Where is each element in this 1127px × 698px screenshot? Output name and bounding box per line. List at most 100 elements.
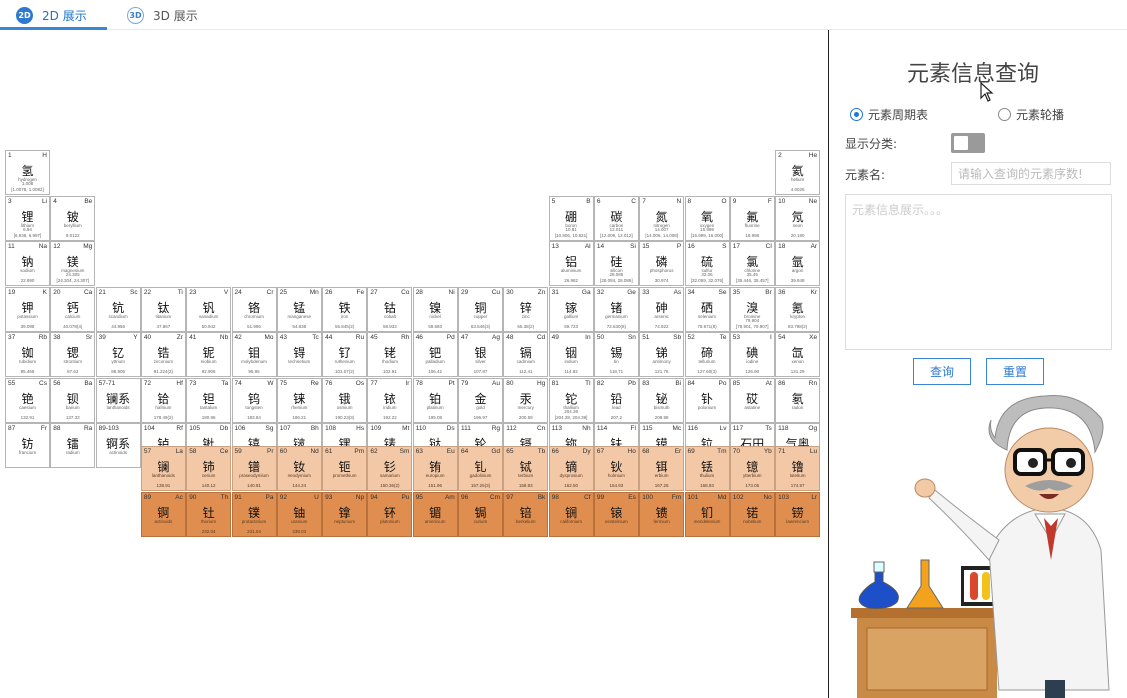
element-cell[interactable]: 15 P 磷 phosphorus 30.974 bbox=[639, 241, 685, 286]
element-cell[interactable]: 74 W 钨 tungsten 183.84 bbox=[231, 377, 277, 423]
element-cell[interactable]: 72 Hf 铪 hafnium 178.49(2) bbox=[140, 377, 186, 423]
element-cell[interactable]: 77 Ir 铱 iridium 192.22 bbox=[367, 377, 413, 423]
element-cell[interactable]: 99 Es 锿 einsteinium bbox=[593, 491, 639, 537]
query-button[interactable]: 查询 bbox=[913, 358, 971, 385]
element-cell[interactable]: 60 Nd 钕 neodymium 144.24 bbox=[276, 446, 322, 491]
element-cell[interactable]: 22 Ti 钛 titanium 47.867 bbox=[140, 286, 186, 332]
element-cell[interactable]: 95 Am 镅 americium bbox=[412, 491, 458, 537]
element-cell[interactable]: 26 Fe 铁 iron 55.845(2) bbox=[322, 286, 368, 332]
element-cell[interactable]: 103 Lr 铹 lawrencium bbox=[775, 491, 821, 537]
element-cell[interactable]: 54 Xe 氙 xenon 131.29 bbox=[775, 332, 821, 377]
element-cell[interactable]: 49 In 铟 indium 114.82 bbox=[548, 332, 594, 377]
element-info-display[interactable] bbox=[845, 194, 1112, 350]
element-cell[interactable]: 51 Sb 锑 antimony 121.76 bbox=[639, 332, 685, 377]
element-cell[interactable]: 102 No 锘 nobelium bbox=[729, 491, 775, 537]
element-cell[interactable]: 71 Lu 镥 lutetium 174.97 bbox=[775, 446, 821, 491]
element-cell[interactable]: 76 Os 锇 osmium 190.23(3) bbox=[322, 377, 368, 423]
element-cell[interactable]: 14 Si 硅 silicon 28.085 [28.084, 28.086] bbox=[593, 241, 639, 286]
element-cell[interactable]: 79 Au 金 gold 196.97 bbox=[458, 377, 503, 423]
element-cell[interactable]: 62 Sm 钐 samarium 150.36(2) bbox=[367, 446, 413, 491]
element-cell[interactable]: 78 Pt 铂 platinum 195.08 bbox=[412, 377, 458, 423]
element-cell[interactable]: 8 O 氧 oxygen 15.999 [15.999, 16.000] bbox=[684, 195, 730, 241]
element-cell[interactable]: 65 Tb 铽 terbium 158.93 bbox=[503, 446, 549, 491]
element-cell[interactable]: 45 Rh 铑 rhodium 102.91 bbox=[367, 332, 413, 377]
element-cell[interactable]: 59 Pr 镨 praseodymium 140.91 bbox=[231, 446, 277, 491]
element-cell[interactable]: 93 Np 镎 neptunium bbox=[322, 491, 368, 537]
element-cell[interactable]: 101 Md 钔 mendelevium bbox=[684, 491, 730, 537]
element-cell[interactable]: 94 Pu 钚 plutonium bbox=[367, 491, 413, 537]
element-cell[interactable]: 73 Ta 钽 tantalum 180.95 bbox=[186, 377, 232, 423]
element-cell[interactable]: 57 La 镧 lanthanoids 138.91 bbox=[140, 446, 186, 491]
element-cell[interactable]: 88 Ra 镭 radium bbox=[50, 423, 96, 468]
element-cell[interactable]: 55 Cs 铯 caesium 132.91 bbox=[5, 377, 50, 423]
element-cell[interactable]: 80 Hg 汞 mercury 200.59 bbox=[503, 377, 549, 423]
element-cell[interactable]: 41 Nb 铌 niobium 92.906 bbox=[186, 332, 232, 377]
element-cell[interactable]: 47 Ag 银 silver 107.87 bbox=[458, 332, 503, 377]
element-cell[interactable]: 23 V 钒 vanadium 50.942 bbox=[186, 286, 232, 332]
element-cell[interactable]: 56 Ba 钡 barium 137.33 bbox=[50, 377, 96, 423]
element-cell[interactable]: 58 Ce 铈 cerium 140.12 bbox=[186, 446, 232, 491]
element-cell[interactable]: 46 Pd 钯 palladium 106.42 bbox=[412, 332, 458, 377]
element-cell[interactable]: 11 Na 钠 sodium 22.990 bbox=[5, 241, 50, 286]
element-cell[interactable]: 67 Ho 钬 holmium 164.93 bbox=[593, 446, 639, 491]
element-cell[interactable]: 97 Bk 锫 berkelium bbox=[503, 491, 549, 537]
element-cell[interactable]: 82 Pb 铅 lead 207.2 bbox=[593, 377, 639, 423]
element-cell[interactable]: 33 As 砷 arsenic 74.922 bbox=[639, 286, 685, 332]
element-cell[interactable]: 70 Yb 镱 ytterbium 173.05 bbox=[729, 446, 775, 491]
element-cell[interactable]: 53 I 碘 iodine 126.90 bbox=[729, 332, 775, 377]
element-cell[interactable]: 43 Tc 锝 technetium bbox=[276, 332, 322, 377]
element-cell[interactable]: 44 Ru 钌 ruthenium 101.07(2) bbox=[322, 332, 368, 377]
element-cell[interactable]: 42 Mo 钼 molybdenum 95.95 bbox=[231, 332, 277, 377]
element-cell[interactable]: 98 Cf 锎 californium bbox=[548, 491, 594, 537]
element-cell[interactable]: 3 Li 锂 lithium 6.94 [6.938, 6.997] bbox=[5, 195, 50, 241]
reset-button[interactable]: 重置 bbox=[986, 358, 1044, 385]
element-cell[interactable]: 13 Al 铝 aluminium 26.982 bbox=[548, 241, 594, 286]
element-cell[interactable]: 40 Zr 锆 zirconium 91.224(2) bbox=[140, 332, 186, 377]
element-cell[interactable]: 85 At 砹 astatine bbox=[729, 377, 775, 423]
element-cell[interactable]: 30 Zn 锌 zinc 65.38(2) bbox=[503, 286, 549, 332]
element-cell[interactable]: 66 Dy 镝 dysprosium 162.50 bbox=[548, 446, 594, 491]
element-cell[interactable]: 27 Co 钴 cobalt 58.933 bbox=[367, 286, 413, 332]
element-cell[interactable]: 28 Ni 镍 nickel 58.693 bbox=[412, 286, 458, 332]
element-cell[interactable]: 84 Po 钋 polonium bbox=[684, 377, 730, 423]
element-cell[interactable]: 57-71 镧系 lanthanoids bbox=[95, 377, 141, 423]
element-cell[interactable]: 37 Rb 铷 rubidium 85.468 bbox=[5, 332, 50, 377]
tab-3d[interactable]: 3D 3D 展示 bbox=[127, 0, 198, 30]
element-cell[interactable]: 35 Br 溴 bromine 79.904 [79.901, 79.907] bbox=[729, 286, 775, 332]
element-cell[interactable]: 91 Pa 镤 protactinium 231.04 bbox=[231, 491, 277, 537]
element-cell[interactable]: 61 Pm 钷 promethium bbox=[322, 446, 368, 491]
tab-2d[interactable]: 2D 2D 展示 bbox=[16, 0, 87, 30]
element-number-input[interactable] bbox=[951, 162, 1111, 185]
element-cell[interactable]: 90 Th 钍 thorium 232.04 bbox=[186, 491, 232, 537]
element-cell[interactable]: 48 Cd 镉 cadmium 112.41 bbox=[503, 332, 549, 377]
element-cell[interactable]: 92 U 铀 uranium 238.03 bbox=[276, 491, 322, 537]
element-cell[interactable]: 21 Sc 钪 scandium 44.956 bbox=[95, 286, 141, 332]
radio-periodic-table[interactable]: 元素周期表 bbox=[850, 106, 928, 123]
element-cell[interactable]: 87 Fr 钫 francium bbox=[5, 423, 50, 468]
element-cell[interactable]: 64 Gd 钆 gadolinium 157.25(3) bbox=[458, 446, 503, 491]
element-cell[interactable]: 86 Rn 氡 radon bbox=[775, 377, 821, 423]
element-cell[interactable]: 10 Ne 氖 neon 20.180 bbox=[775, 195, 821, 241]
radio-carousel[interactable]: 元素轮播 bbox=[998, 106, 1064, 123]
element-cell[interactable]: 96 Cm 锔 curium bbox=[458, 491, 503, 537]
element-cell[interactable]: 25 Mn 锰 manganese 54.938 bbox=[276, 286, 322, 332]
element-cell[interactable]: 34 Se 硒 selenium 78.971(8) bbox=[684, 286, 730, 332]
element-cell[interactable]: 12 Mg 镁 magnesium 24.305 [24.304, 24.307] bbox=[50, 241, 96, 286]
element-cell[interactable]: 1 H 氢 hydrogen 1.008 [1.0078, 1.0082] bbox=[5, 150, 50, 195]
element-cell[interactable]: 18 Ar 氩 argon 39.948 bbox=[775, 241, 821, 286]
element-cell[interactable]: 20 Ca 钙 calcium 40.078(4) bbox=[50, 286, 96, 332]
element-cell[interactable]: 68 Er 铒 erbium 167.26 bbox=[639, 446, 685, 491]
element-cell[interactable]: 29 Cu 铜 copper 63.546(3) bbox=[458, 286, 503, 332]
element-cell[interactable]: 81 Tl 铊 thallium 204.38 [204.38, 204.39] bbox=[548, 377, 594, 423]
element-cell[interactable]: 9 F 氟 fluorine 18.998 bbox=[729, 195, 775, 241]
element-cell[interactable]: 32 Ge 锗 germanium 72.630(8) bbox=[593, 286, 639, 332]
element-cell[interactable]: 75 Re 铼 rhenium 186.21 bbox=[276, 377, 322, 423]
element-cell[interactable]: 89 Ac 锕 actinoids bbox=[140, 491, 186, 537]
show-category-toggle[interactable] bbox=[951, 133, 985, 153]
element-cell[interactable]: 7 N 氮 nitrogen 14.007 [14.006, 14.008] bbox=[639, 195, 685, 241]
element-cell[interactable]: 31 Ga 镓 gallium 69.723 bbox=[548, 286, 594, 332]
element-cell[interactable]: 5 B 硼 boron 10.81 [10.806, 10.821] bbox=[548, 195, 594, 241]
element-cell[interactable]: 83 Bi 铋 bismuth 208.98 bbox=[639, 377, 685, 423]
element-cell[interactable]: 36 Kr 氪 krypton 83.798(2) bbox=[775, 286, 821, 332]
element-cell[interactable]: 2 He 氦 helium 4.0026 bbox=[775, 150, 821, 195]
